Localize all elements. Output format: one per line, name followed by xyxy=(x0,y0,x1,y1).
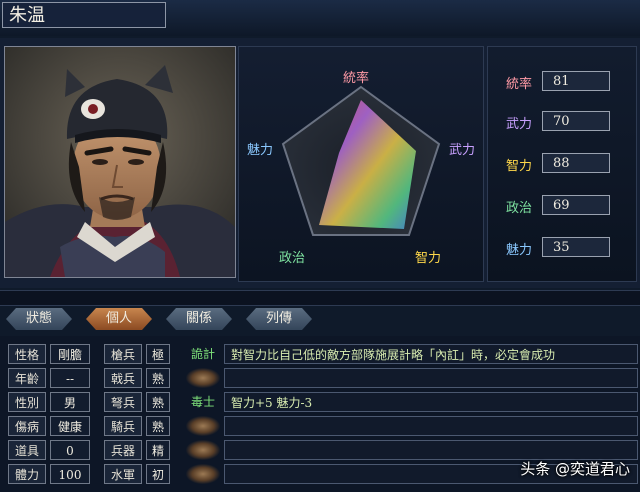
attribute-radar-chart: 統率 武力 智力 政治 魅力 xyxy=(238,46,484,282)
officer-portrait xyxy=(4,46,236,278)
personal-label-age: 年齡 xyxy=(8,368,46,388)
tab-biography[interactable]: 列傳 xyxy=(246,308,312,330)
section-divider xyxy=(0,290,640,306)
troop-label-spear: 槍兵 xyxy=(104,344,142,364)
troop-aptitude-siege: 精 xyxy=(146,440,170,460)
watermark: 头条 @奕道君心 xyxy=(520,460,630,478)
skill-description-3: 智力+5 魅力-3 xyxy=(224,392,638,412)
troop-aptitude-spear: 極 xyxy=(146,344,170,364)
skill-badge-5[interactable] xyxy=(186,440,220,460)
stat-value-intelligence: 88 xyxy=(542,153,610,173)
stat-label-leadership: 統率 xyxy=(505,77,532,92)
radar-label-politics: 政治 xyxy=(279,251,306,266)
personal-value-health: 健康 xyxy=(50,416,90,436)
troop-label-siege: 兵器 xyxy=(104,440,142,460)
troop-label-navy: 水軍 xyxy=(104,464,142,484)
skill-description-4 xyxy=(224,416,638,436)
tab-personal[interactable]: 個人 xyxy=(86,308,152,330)
skill-badge-3[interactable]: 毒士 xyxy=(186,392,220,412)
troop-label-crossbow: 弩兵 xyxy=(104,392,142,412)
troop-aptitude-halberd: 熟 xyxy=(146,368,170,388)
officer-name: 朱温 xyxy=(2,2,166,28)
radar-label-leadership: 統率 xyxy=(343,71,370,86)
stat-value-leadership: 81 xyxy=(542,71,610,91)
skill-badge-2[interactable] xyxy=(186,368,220,388)
stat-value-politics: 69 xyxy=(542,195,610,215)
skill-badge-1[interactable]: 詭計 xyxy=(186,344,220,364)
tab-relations[interactable]: 關係 xyxy=(166,308,232,330)
personal-value-personality: 剛膽 xyxy=(50,344,90,364)
stat-label-charm: 魅力 xyxy=(505,243,532,258)
stats-panel: 統率 81 武力 70 智力 88 政治 69 魅力 35 xyxy=(487,46,637,282)
personal-value-items: 0 xyxy=(50,440,90,460)
stat-value-charm: 35 xyxy=(542,237,610,257)
skill-badge-4[interactable] xyxy=(186,416,220,436)
stat-label-intelligence: 智力 xyxy=(505,159,532,174)
personal-label-gender: 性別 xyxy=(8,392,46,412)
radar-label-charm: 魅力 xyxy=(247,143,274,158)
skill-description-1: 對智力比自己低的敵方部隊施展計略「內訌」時，必定會成功 xyxy=(224,344,638,364)
tab-status[interactable]: 狀態 xyxy=(6,308,72,330)
stat-value-war: 70 xyxy=(542,111,610,131)
personal-value-stamina: 100 xyxy=(50,464,90,484)
personal-value-gender: 男 xyxy=(50,392,90,412)
personal-value-age: -- xyxy=(50,368,90,388)
skill-badge-6[interactable] xyxy=(186,464,220,484)
stat-label-war: 武力 xyxy=(505,117,532,132)
troop-label-halberd: 戟兵 xyxy=(104,368,142,388)
personal-label-stamina: 體力 xyxy=(8,464,46,484)
portrait-image xyxy=(5,47,235,277)
skill-description-5 xyxy=(224,440,638,460)
skill-description-2 xyxy=(224,368,638,388)
radar-label-intelligence: 智力 xyxy=(415,251,442,266)
personal-label-items: 道具 xyxy=(8,440,46,460)
troop-aptitude-navy: 初 xyxy=(146,464,170,484)
personal-label-health: 傷病 xyxy=(8,416,46,436)
stat-label-politics: 政治 xyxy=(505,201,532,216)
troop-aptitude-cavalry: 熟 xyxy=(146,416,170,436)
radar-label-war: 武力 xyxy=(449,143,476,158)
troop-label-cavalry: 騎兵 xyxy=(104,416,142,436)
personal-label-personality: 性格 xyxy=(8,344,46,364)
troop-aptitude-crossbow: 熟 xyxy=(146,392,170,412)
